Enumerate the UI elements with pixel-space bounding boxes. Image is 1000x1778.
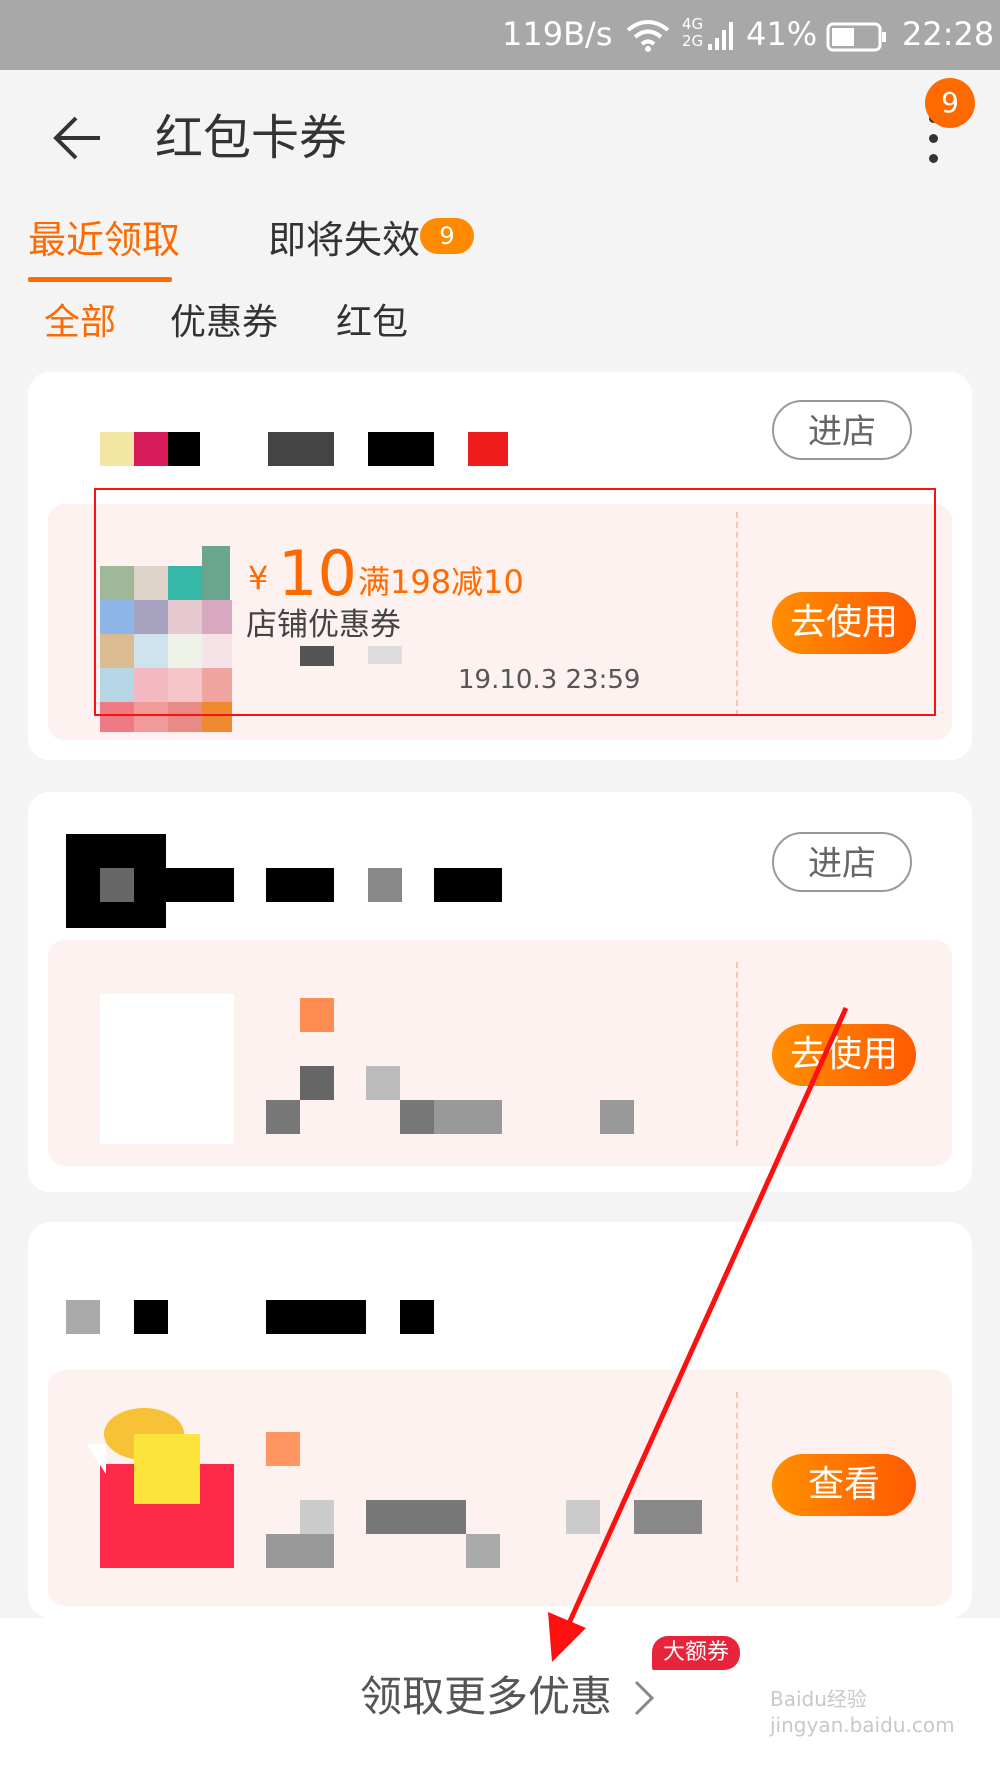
notification-badge: 9 <box>925 78 975 128</box>
battery-icon <box>826 22 886 52</box>
wifi-icon <box>626 20 670 52</box>
net-speed: 119B/s <box>502 15 613 53</box>
coupon-info-mosaic <box>266 998 636 1136</box>
chevron-right-icon[interactable] <box>632 1676 658 1720</box>
filter-coupons[interactable]: 优惠券 <box>170 298 278 348</box>
view-button[interactable]: 查看 <box>772 1454 916 1516</box>
annotation-highlight-box <box>94 488 936 716</box>
store-name-mosaic <box>66 1300 446 1334</box>
enter-store-button[interactable]: 进店 <box>772 832 912 892</box>
store-name-mosaic <box>66 834 506 930</box>
product-thumbnail <box>100 994 234 1144</box>
watermark: Baidu经验 jingyan.baidu.com <box>770 1686 970 1756</box>
battery-percent: 41% <box>746 15 818 53</box>
store-name-mosaic <box>100 432 510 466</box>
tab-active-indicator <box>28 277 172 282</box>
watermark-text: Baidu经验 jingyan.baidu.com <box>770 1687 955 1737</box>
tab-expiring[interactable]: 即将失效 <box>268 214 420 266</box>
red-packet-icon <box>86 1408 234 1568</box>
big-coupon-badge: 大额券 <box>652 1636 740 1670</box>
signal-icon <box>708 22 733 50</box>
coupon-info-mosaic <box>266 1432 706 1568</box>
page-title: 红包卡券 <box>155 110 348 166</box>
tab-recent[interactable]: 最近领取 <box>28 214 180 266</box>
use-coupon-button[interactable]: 去使用 <box>772 1024 916 1086</box>
clock: 22:28 <box>902 15 995 53</box>
coupon-divider <box>736 962 738 1146</box>
tab-expiring-badge: 9 <box>420 218 474 254</box>
more-deals-link[interactable]: 领取更多优惠 <box>360 1668 612 1726</box>
filter-all[interactable]: 全部 <box>44 298 116 348</box>
filter-red-packets[interactable]: 红包 <box>336 298 408 348</box>
enter-store-button[interactable]: 进店 <box>772 400 912 460</box>
coupon-divider <box>736 1392 738 1582</box>
status-bar: 119B/s 4G 2G 41% 22:28 <box>0 0 1000 70</box>
back-arrow-icon[interactable] <box>48 108 108 168</box>
